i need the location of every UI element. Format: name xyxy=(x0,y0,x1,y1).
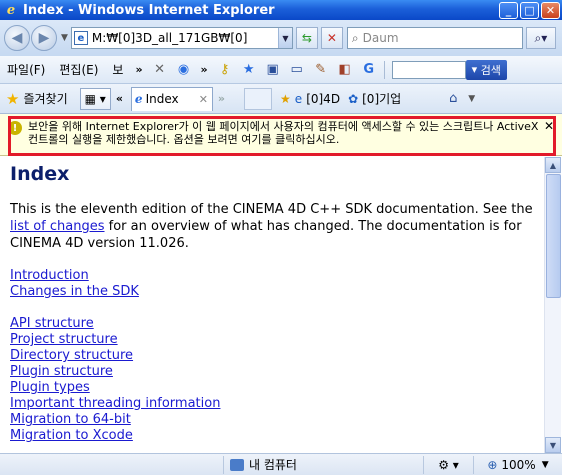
menu-bar: 파일(F) 편집(E) 보 » ✕ ◉ » ⚷ ★ ▣ ▭ ✎ ◧ G ▾ 검색 xyxy=(0,56,562,84)
menu-overflow-chevron[interactable]: » xyxy=(130,63,147,76)
computer-zone-icon xyxy=(230,458,244,471)
scroll-up-arrow[interactable]: ▲ xyxy=(545,157,561,173)
search-go-button[interactable]: ⌕▾ xyxy=(525,27,556,49)
protected-mode-icon[interactable]: ⚙ ▾ xyxy=(424,455,474,474)
tab-scroll-right[interactable]: » xyxy=(213,92,230,105)
link-changes-in-sdk[interactable]: Changes in the SDK xyxy=(10,284,534,300)
search-input[interactable]: ⌕ Daum xyxy=(346,27,523,49)
link-introduction[interactable]: Introduction xyxy=(10,268,534,284)
page-content: Index This is the eleventh edition of th… xyxy=(0,157,544,453)
toolbar-search-input[interactable] xyxy=(391,60,466,79)
forward-button[interactable]: ▶ xyxy=(31,25,57,51)
zoom-icon: ⊕ xyxy=(487,457,498,472)
title-bar: e Index - Windows Internet Explorer _ □ … xyxy=(0,0,562,20)
tab-label[interactable]: Index xyxy=(146,92,199,106)
ie-icon: e xyxy=(6,2,16,18)
google-icon[interactable]: G xyxy=(359,60,379,80)
intro-paragraph: This is the eleventh edition of the CINE… xyxy=(10,201,534,252)
scroll-thumb[interactable] xyxy=(546,174,561,298)
vertical-scrollbar[interactable]: ▲ ▼ xyxy=(544,157,561,453)
link-group-topics: API structure Project structure Director… xyxy=(10,316,534,444)
infobar-close-icon[interactable]: ✕ xyxy=(544,120,554,155)
close-tab-icon[interactable]: ✕ xyxy=(150,60,170,80)
add-favorite-icon: ★ xyxy=(280,91,291,106)
menu-view[interactable]: 보 xyxy=(105,61,130,78)
warning-shield-icon: ! xyxy=(8,121,22,135)
scroll-down-arrow[interactable]: ▼ xyxy=(545,437,561,453)
address-url[interactable]: M:₩[0]3D_all_171GB₩[0] xyxy=(92,31,278,45)
link-project-structure[interactable]: Project structure xyxy=(10,332,534,348)
link-plugin-structure[interactable]: Plugin structure xyxy=(10,364,534,380)
maximize-button[interactable]: □ xyxy=(520,1,539,19)
list-of-changes-link[interactable]: list of changes xyxy=(10,219,105,234)
zoom-level: 100% xyxy=(501,457,536,472)
close-button[interactable]: ✕ xyxy=(541,1,560,19)
key-icon[interactable]: ⚷ xyxy=(215,60,235,80)
tab-scroll-left[interactable]: « xyxy=(111,92,128,105)
link-api-structure[interactable]: API structure xyxy=(10,316,534,332)
save-icon[interactable]: ▣ xyxy=(263,60,283,80)
fav-link-company[interactable]: ✿ [0]기업 xyxy=(348,90,401,107)
screen-icon[interactable]: ▭ xyxy=(287,60,307,80)
favorite-star-icon[interactable]: ★ xyxy=(239,60,259,80)
fav-link-company-label: [0]기업 xyxy=(362,92,402,106)
page-heading: Index xyxy=(10,163,70,185)
back-button[interactable]: ◀ xyxy=(4,25,30,51)
new-tab-button[interactable] xyxy=(244,87,273,110)
search-button-label: 검색 xyxy=(480,63,501,77)
infobar-message[interactable]: 보안을 위해 Internet Explorer가 이 웹 페이지에서 사용자의… xyxy=(28,120,540,155)
favorites-label[interactable]: 즐겨찾기 xyxy=(23,90,67,107)
refresh-icon[interactable]: ⇆ xyxy=(295,27,318,49)
address-row: ◀ ▶ ▼ e M:₩[0]3D_all_171GB₩[0] ▼ ⇆ ✕ ⌕ D… xyxy=(0,20,562,56)
home-dropdown-icon[interactable]: ▼ xyxy=(468,94,475,104)
link-migration-64bit[interactable]: Migration to 64-bit xyxy=(10,412,534,428)
search-placeholder: Daum xyxy=(362,31,399,45)
status-text xyxy=(0,455,224,474)
fav-link-4d-label: [0]4D xyxy=(306,91,341,106)
security-zone[interactable]: 내 컴퓨터 xyxy=(224,455,424,474)
page-link-icon: e xyxy=(294,91,303,106)
status-bar: 내 컴퓨터 ⚙ ▾ ⊕ 100% ▼ xyxy=(0,453,562,475)
toolbar-separator xyxy=(383,60,385,79)
window-title: Index - Windows Internet Explorer xyxy=(23,2,275,18)
menu-edit[interactable]: 편집(E) xyxy=(52,61,105,78)
link-plugin-types[interactable]: Plugin types xyxy=(10,380,534,396)
link-group-overview: Introduction Changes in the SDK xyxy=(10,268,534,300)
search-icon: ⌕ xyxy=(351,30,359,45)
tab-close-icon[interactable]: ✕ xyxy=(199,93,208,106)
menu-file[interactable]: 파일(F) xyxy=(0,61,52,78)
minimize-button[interactable]: _ xyxy=(499,1,518,19)
ie-toolbar-icon[interactable]: ◉ xyxy=(174,60,194,80)
home-icon[interactable]: ⌂ xyxy=(443,89,463,109)
msn-icon: ✿ xyxy=(348,91,359,106)
link-threading-information[interactable]: Important threading information xyxy=(10,396,534,412)
favorites-bar: ★ 즐겨찾기 ▦ ▾ « e Index ✕ » ★ e [0]4D ✿ [0]… xyxy=(0,84,562,114)
zone-label: 내 컴퓨터 xyxy=(249,458,297,472)
page-icon: e xyxy=(73,31,88,45)
brush-icon[interactable]: ✎ xyxy=(311,60,331,80)
link-migration-xcode[interactable]: Migration to Xcode xyxy=(10,428,534,444)
address-dropdown-icon[interactable]: ▼ xyxy=(277,28,292,48)
security-infobar[interactable]: ! 보안을 위해 Internet Explorer가 이 웹 페이지에서 사용… xyxy=(0,114,562,156)
toolbar-search-button[interactable]: ▾ 검색 xyxy=(465,59,507,80)
favorites-star-icon[interactable]: ★ xyxy=(6,90,19,108)
toolbar-overflow-chevron[interactable]: » xyxy=(196,63,213,76)
fav-link-4d[interactable]: ★ e [0]4D xyxy=(280,92,340,106)
link-directory-structure[interactable]: Directory structure xyxy=(10,348,534,364)
history-dropdown-icon[interactable]: ▼ xyxy=(61,33,68,43)
stop-icon[interactable]: ✕ xyxy=(320,27,343,49)
print-icon[interactable]: ◧ xyxy=(335,60,355,80)
quick-tabs-button[interactable]: ▦ ▾ xyxy=(79,87,111,110)
tab-index[interactable]: e Index ✕ xyxy=(130,86,213,111)
zoom-dropdown-icon[interactable]: ▼ xyxy=(542,460,549,470)
address-field[interactable]: e M:₩[0]3D_all_171GB₩[0] ▼ xyxy=(70,27,293,49)
zoom-control[interactable]: ⊕ 100% ▼ xyxy=(474,456,562,474)
intro-text-before: This is the eleventh edition of the CINE… xyxy=(10,202,533,217)
tab-ie-icon: e xyxy=(134,92,143,106)
